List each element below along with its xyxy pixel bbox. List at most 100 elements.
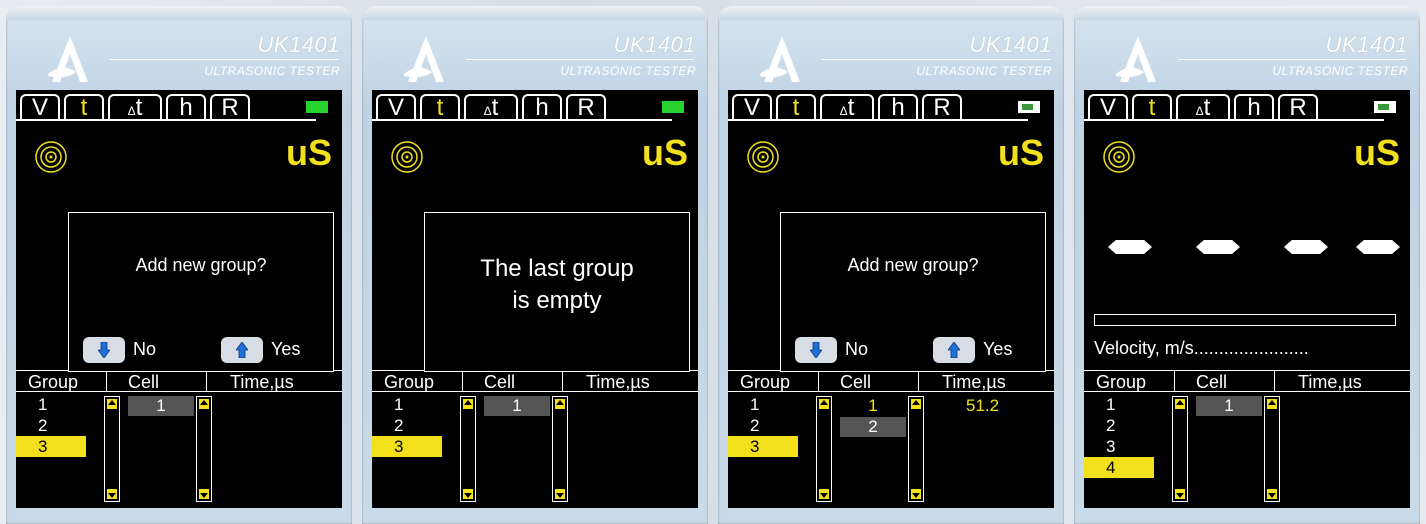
mode-tabs: Vt Δt h R (372, 90, 698, 122)
tab-t[interactable]: t (64, 94, 104, 120)
tab-underline (16, 119, 316, 121)
yes-label[interactable]: Yes (983, 339, 1012, 360)
tab-label: V (1099, 94, 1116, 121)
table-header: Group Cell Time,µs (16, 370, 342, 392)
tab-delta-t[interactable]: Δt (1176, 94, 1230, 120)
tab-delta-t[interactable]: Δt (108, 94, 162, 120)
scroll-up-icon[interactable] (199, 399, 209, 409)
group-scrollbar[interactable] (1172, 396, 1188, 502)
cell-scrollbar[interactable] (1264, 396, 1280, 502)
tab-r[interactable]: R (210, 94, 250, 120)
group-row[interactable]: 3 (728, 436, 798, 457)
group-scrollbar[interactable] (460, 396, 476, 502)
tab-label: V (31, 94, 48, 121)
scroll-up-icon[interactable] (1267, 399, 1277, 409)
tab-delta-t[interactable]: Δt (464, 94, 518, 120)
tab-r[interactable]: R (566, 94, 606, 120)
device-screen: Vt Δt h RuS Group Cell Time,µs 1 2 3 1 2 51.2 Add new… (728, 90, 1054, 508)
group-row[interactable]: 1 (728, 394, 798, 415)
column-divider (462, 370, 463, 392)
scroll-down-icon[interactable] (199, 489, 209, 499)
tab-label: V (743, 94, 760, 121)
device-screen: Vt Δt h RuS Group Cell Time,µs 1 2 3 1 The last gro… (372, 90, 698, 508)
delta-symbol: Δ (483, 104, 492, 118)
yes-label[interactable]: Yes (271, 339, 300, 360)
brand-title: UK1401 (613, 32, 696, 57)
scroll-up-icon[interactable] (107, 399, 117, 409)
group-row[interactable]: 3 (372, 436, 442, 457)
tab-r[interactable]: R (1278, 94, 1318, 120)
yes-button[interactable] (933, 337, 975, 363)
brand-subtitle: ULTRASONIC TESTER (204, 64, 340, 78)
column-header-time: Time,µs (586, 372, 650, 392)
group-scrollbar[interactable] (104, 396, 120, 502)
no-button[interactable] (795, 337, 837, 363)
tab-label: R (577, 94, 595, 121)
scroll-up-icon[interactable] (911, 399, 921, 409)
transducer-icon (34, 140, 68, 174)
tab-t[interactable]: t (1132, 94, 1172, 120)
tab-r[interactable]: R (922, 94, 962, 120)
scroll-up-icon[interactable] (819, 399, 829, 409)
tab-delta-t[interactable]: Δt (820, 94, 874, 120)
tab-label: h (535, 94, 549, 121)
tab-t[interactable]: t (420, 94, 460, 120)
group-row[interactable]: 2 (372, 415, 442, 436)
scroll-down-icon[interactable] (107, 489, 117, 499)
tab-h[interactable]: h (522, 94, 562, 120)
arrow-up-icon (948, 342, 960, 358)
scroll-down-icon[interactable] (555, 489, 565, 499)
group-row[interactable]: 3 (1084, 436, 1154, 457)
tab-h[interactable]: h (1234, 94, 1274, 120)
scroll-up-icon[interactable] (1175, 399, 1185, 409)
mode-tabs: Vt Δt h R (1084, 90, 1410, 122)
scroll-down-icon[interactable] (463, 489, 473, 499)
velocity-bar (1094, 314, 1396, 326)
scroll-down-icon[interactable] (1175, 489, 1185, 499)
cell-row[interactable]: 1 (484, 396, 550, 416)
cell-row[interactable]: 2 (840, 417, 906, 437)
scroll-down-icon[interactable] (1267, 489, 1277, 499)
tab-h[interactable]: h (166, 94, 206, 120)
column-divider (562, 370, 563, 392)
battery-full-icon (662, 101, 684, 113)
display-digit-placeholder (1356, 240, 1400, 254)
tab-v[interactable]: V (20, 94, 60, 120)
brand-divider (466, 59, 694, 60)
no-label[interactable]: No (133, 339, 156, 360)
group-row[interactable]: 2 (1084, 415, 1154, 436)
no-label[interactable]: No (845, 339, 868, 360)
scroll-up-icon[interactable] (555, 399, 565, 409)
tab-v[interactable]: V (1088, 94, 1128, 120)
group-row[interactable]: 4 (1084, 457, 1154, 478)
arrow-down-icon (98, 342, 110, 358)
cell-scrollbar[interactable] (552, 396, 568, 502)
yes-button[interactable] (221, 337, 263, 363)
group-row[interactable]: 3 (16, 436, 86, 457)
tab-t[interactable]: t (776, 94, 816, 120)
tab-h[interactable]: h (878, 94, 918, 120)
no-button[interactable] (83, 337, 125, 363)
group-row[interactable]: 2 (16, 415, 86, 436)
scroll-down-icon[interactable] (819, 489, 829, 499)
scroll-down-icon[interactable] (911, 489, 921, 499)
add-group-dialog: Add new group? No Yes (780, 212, 1046, 372)
cell-scrollbar[interactable] (196, 396, 212, 502)
cell-scrollbar[interactable] (908, 396, 924, 502)
column-header-time: Time,µs (942, 372, 1006, 392)
group-row[interactable]: 1 (372, 394, 442, 415)
column-header-group: Group (28, 372, 79, 392)
cell-row[interactable]: 1 (128, 396, 194, 416)
tab-v[interactable]: V (732, 94, 772, 120)
group-scrollbar[interactable] (816, 396, 832, 502)
column-header-cell: Cell (1196, 372, 1228, 392)
group-row[interactable]: 1 (16, 394, 86, 415)
group-row[interactable]: 1 (1084, 394, 1154, 415)
cell-row[interactable]: 1 (840, 396, 906, 416)
scroll-up-icon[interactable] (463, 399, 473, 409)
add-group-dialog: Add new group? No Yes (68, 212, 334, 372)
tab-v[interactable]: V (376, 94, 416, 120)
group-row[interactable]: 2 (728, 415, 798, 436)
cell-row[interactable]: 1 (1196, 396, 1262, 416)
column-header-cell: Cell (840, 372, 872, 392)
